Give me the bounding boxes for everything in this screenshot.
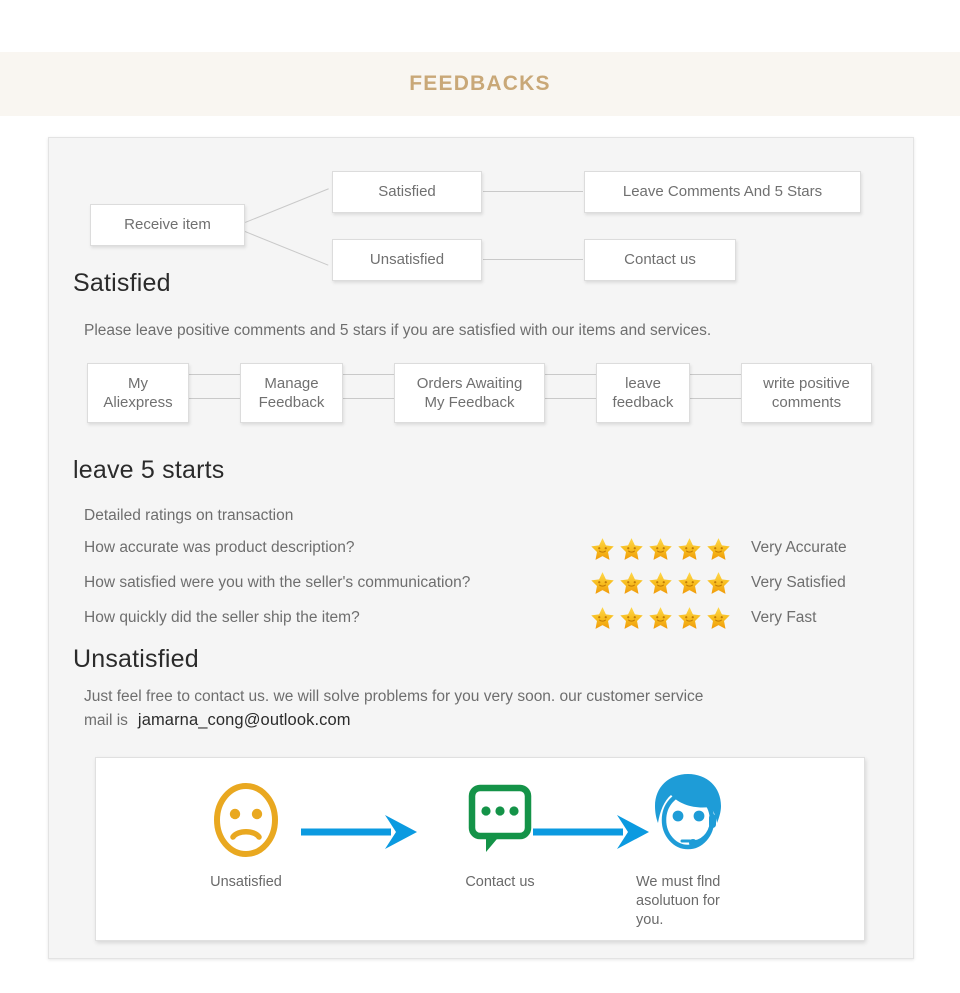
satisfied-description: Please leave positive comments and 5 sta…	[84, 322, 712, 339]
support-step-solution: We must flnd asolutuon for you.	[636, 770, 806, 930]
support-arrow-1	[301, 811, 421, 858]
leave-stars-heading: leave 5 starts	[73, 456, 225, 484]
step-connector-1-top	[189, 374, 240, 375]
flow-box-contact-us[interactable]: Contact us	[584, 239, 736, 281]
flow-box-contact-us-label: Contact us	[624, 250, 696, 268]
rating-question-2: How satisfied were you with the seller's…	[84, 574, 471, 591]
star-icon	[620, 572, 643, 594]
star-icon	[678, 538, 701, 560]
contact-mail-line: mail is jamarna_cong@outlook.com	[84, 711, 351, 730]
step-connector-2-bottom	[343, 398, 394, 399]
flow-box-satisfied[interactable]: Satisfied	[332, 171, 482, 213]
rating-value-3: Very Fast	[751, 609, 817, 626]
step-connector-2-top	[343, 374, 394, 375]
rating-stars-2	[589, 570, 732, 596]
step-box-leave-feedback[interactable]: leave feedback	[596, 363, 690, 423]
mail-prefix-label: mail is	[84, 712, 128, 729]
connector-unsatisfied-to-outcome	[483, 259, 583, 260]
support-step-unsatisfied-caption: Unsatisfied	[210, 874, 282, 890]
star-icon	[620, 538, 643, 560]
star-icon	[591, 572, 614, 594]
flow-box-leave-comments[interactable]: Leave Comments And 5 Stars	[584, 171, 861, 213]
step-box-write-comments[interactable]: write positive comments	[741, 363, 872, 423]
step-box-orders-awaiting[interactable]: Orders Awaiting My Feedback	[394, 363, 545, 423]
flow-box-satisfied-label: Satisfied	[378, 182, 436, 200]
feedback-page: FEEDBACKS Receive item Satisfied Leave C…	[0, 0, 960, 993]
rating-value-2: Very Satisfied	[751, 574, 846, 591]
step-box-my-aliexpress-line2: Aliexpress	[103, 394, 173, 411]
step-box-leave-feedback-line1: leave	[625, 374, 661, 392]
star-icon	[620, 607, 643, 629]
flow-box-unsatisfied[interactable]: Unsatisfied	[332, 239, 482, 281]
star-icon	[649, 572, 672, 594]
unsatisfied-description: Just feel free to contact us. we will so…	[84, 688, 704, 705]
page-title: FEEDBACKS	[409, 72, 551, 95]
arrow-right-icon	[533, 815, 649, 849]
star-icon	[678, 607, 701, 629]
step-box-manage-feedback-line1: Manage	[264, 374, 319, 392]
step-box-manage-feedback-line2: Feedback	[258, 394, 325, 411]
connector-satisfied-to-outcome	[483, 191, 583, 192]
rating-question-1: How accurate was product description?	[84, 539, 355, 556]
support-step-contact-us-caption: Contact us	[465, 874, 535, 890]
flow-box-receive-item[interactable]: Receive item	[90, 204, 245, 246]
connector-receive-to-unsatisfied	[244, 231, 329, 266]
star-icon	[707, 572, 730, 594]
star-icon	[649, 538, 672, 560]
step-connector-3-bottom	[545, 398, 596, 399]
arrow-right-icon	[301, 815, 417, 849]
step-connector-4-bottom	[690, 398, 741, 399]
support-agent-icon	[655, 774, 721, 850]
rating-stars-1	[589, 536, 732, 562]
flow-box-leave-comments-label: Leave Comments And 5 Stars	[622, 182, 823, 200]
step-box-orders-awaiting-line1: Orders Awaiting	[416, 374, 523, 392]
star-icon	[649, 607, 672, 629]
star-icon	[678, 572, 701, 594]
support-flow-card: Unsatisfied Contact us We must flnd asol…	[95, 757, 865, 941]
chat-bubble-icon	[468, 784, 532, 852]
sad-face-icon	[214, 783, 278, 857]
flow-box-receive-item-label: Receive item	[124, 215, 211, 233]
step-box-my-aliexpress-line1: My	[128, 374, 148, 392]
rating-value-1: Very Accurate	[751, 539, 847, 556]
step-connector-1-bottom	[189, 398, 240, 399]
star-icon	[707, 538, 730, 560]
step-box-write-comments-line2: comments	[771, 394, 842, 411]
step-box-write-comments-line1: write positive	[763, 374, 850, 392]
flow-box-unsatisfied-label: Unsatisfied	[369, 250, 445, 268]
connector-receive-to-satisfied	[245, 188, 329, 223]
detailed-ratings-subheading: Detailed ratings on transaction	[84, 507, 294, 524]
step-box-leave-feedback-line2: feedback	[612, 394, 674, 411]
step-box-orders-awaiting-line2: My Feedback	[424, 394, 515, 411]
support-arrow-2	[533, 811, 653, 858]
support-email[interactable]: jamarna_cong@outlook.com	[138, 711, 351, 729]
star-icon	[591, 607, 614, 629]
star-icon	[707, 607, 730, 629]
satisfied-heading: Satisfied	[73, 269, 171, 297]
step-box-my-aliexpress[interactable]: My Aliexpress	[87, 363, 189, 423]
step-connector-4-top	[690, 374, 741, 375]
unsatisfied-heading: Unsatisfied	[73, 645, 199, 673]
support-step-unsatisfied: Unsatisfied	[178, 780, 314, 892]
rating-question-3: How quickly did the seller ship the item…	[84, 609, 360, 626]
page-header-band: FEEDBACKS	[0, 52, 960, 116]
rating-stars-3	[589, 605, 732, 631]
star-icon	[591, 538, 614, 560]
step-connector-3-top	[545, 374, 596, 375]
step-box-manage-feedback[interactable]: Manage Feedback	[240, 363, 343, 423]
support-step-solution-caption: We must flnd asolutuon for you.	[636, 874, 721, 929]
